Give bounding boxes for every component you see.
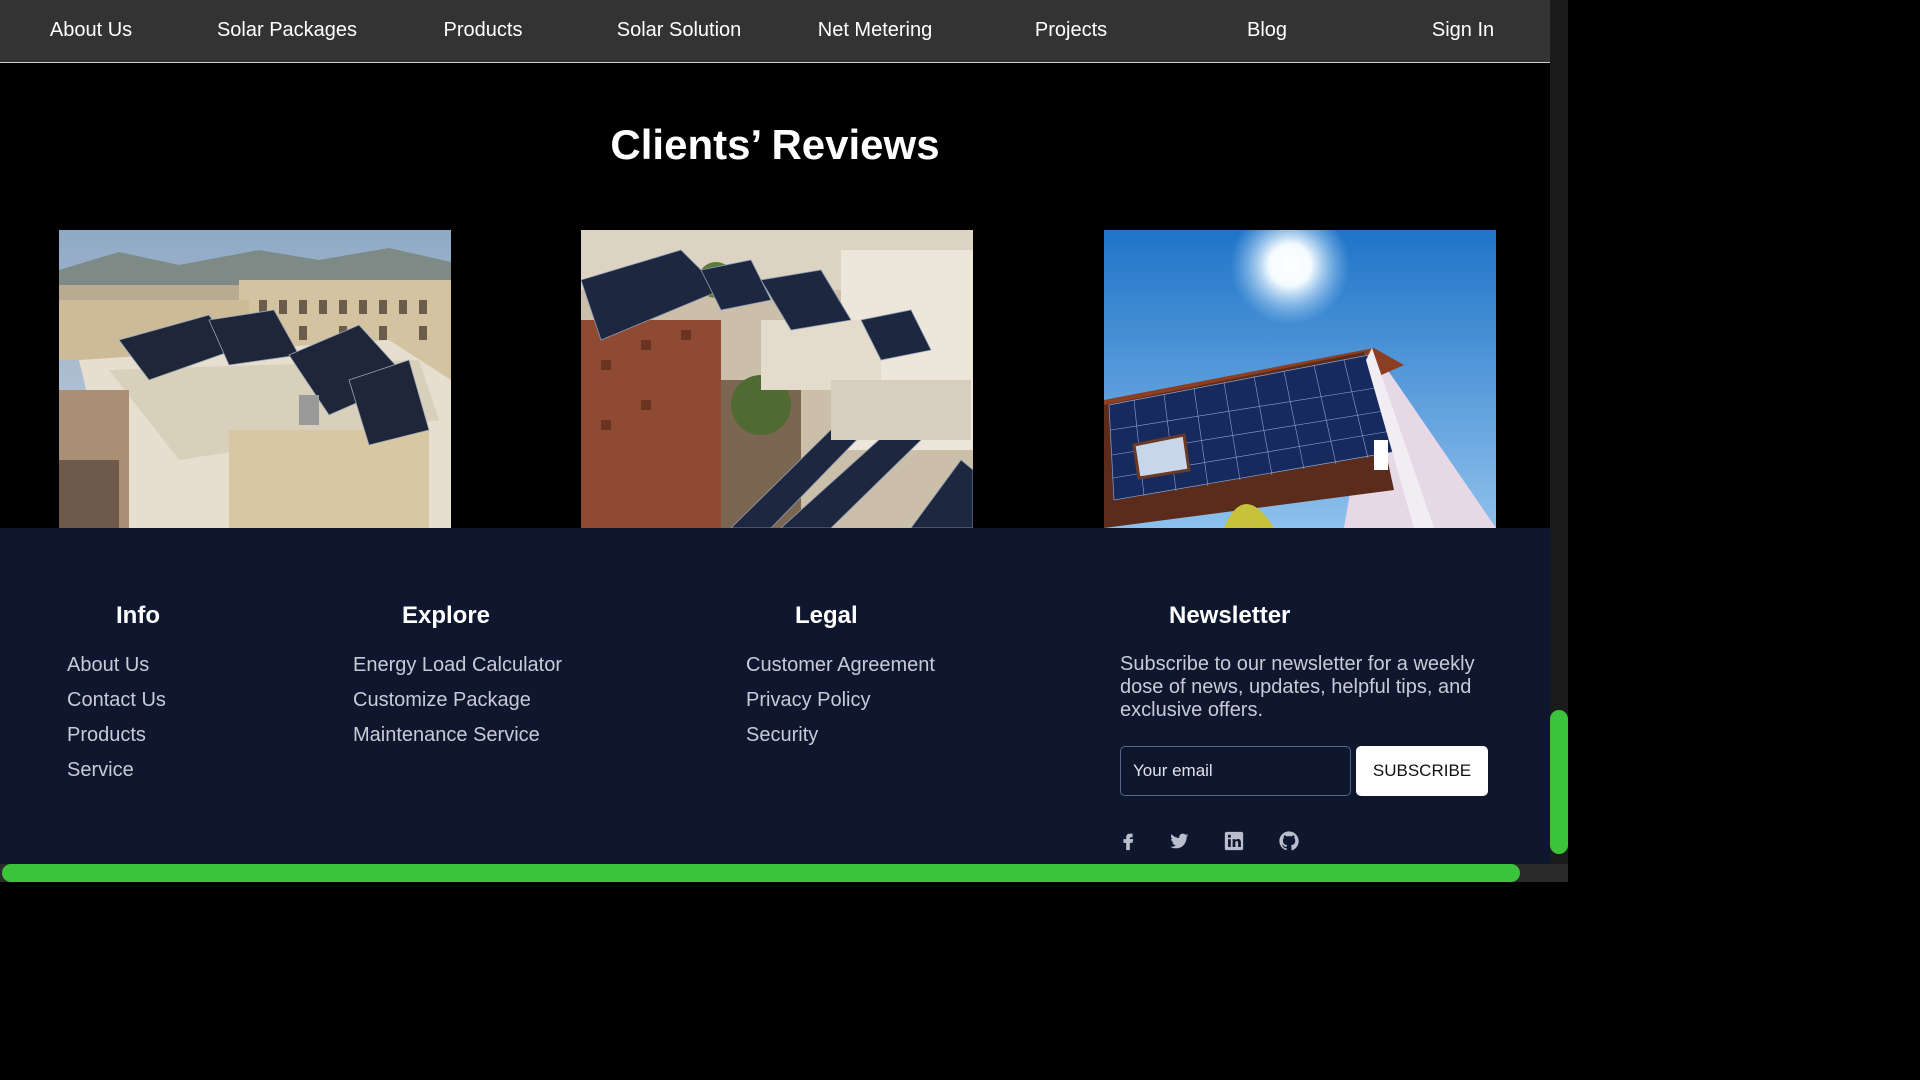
newsletter-heading: Newsletter: [1169, 602, 1291, 629]
footer-link-products[interactable]: Products: [67, 724, 146, 747]
footer-link-maintenance-service[interactable]: Maintenance Service: [353, 724, 540, 747]
nav-projects[interactable]: Projects: [1035, 19, 1107, 42]
footer-link-contact-us[interactable]: Contact Us: [67, 689, 166, 712]
footer-link-customer-agreement[interactable]: Customer Agreement: [746, 654, 935, 677]
newsletter-description: Subscribe to our newsletter for a weekly…: [1120, 653, 1475, 721]
subscribe-button[interactable]: SUBSCRIBE: [1356, 746, 1488, 796]
explore-heading: Explore: [402, 602, 491, 629]
twitter-icon[interactable]: [1168, 830, 1190, 852]
solar-roof-house-photo: [1104, 230, 1496, 528]
section-title: Clients’ Reviews: [610, 121, 940, 168]
clients-reviews-section: Clients’ Reviews: [0, 63, 1550, 528]
scrollbar-corner: [1550, 864, 1568, 882]
horizontal-scrollbar-thumb[interactable]: [2, 864, 1520, 882]
footer-link-customize-package[interactable]: Customize Package: [353, 689, 531, 712]
nav-net-metering[interactable]: Net Metering: [818, 19, 933, 42]
legal-heading: Legal: [795, 602, 858, 629]
footer-link-privacy-policy[interactable]: Privacy Policy: [746, 689, 870, 712]
footer-link-security[interactable]: Security: [746, 724, 818, 747]
info-heading: Info: [116, 602, 160, 629]
nav-products[interactable]: Products: [444, 19, 523, 42]
solar-rooftops-city-photo: [581, 230, 973, 528]
top-navigation: About Us Solar Packages Products Solar S…: [0, 0, 1550, 63]
linkedin-icon[interactable]: [1223, 830, 1245, 852]
footer-link-service[interactable]: Service: [67, 759, 134, 782]
nav-solar-solution[interactable]: Solar Solution: [617, 19, 742, 42]
nav-sign-in[interactable]: Sign In: [1432, 19, 1494, 42]
nav-blog[interactable]: Blog: [1247, 19, 1287, 42]
facebook-icon[interactable]: [1117, 830, 1139, 852]
github-icon[interactable]: [1278, 830, 1300, 852]
footer-link-energy-load-calculator[interactable]: Energy Load Calculator: [353, 654, 562, 677]
site-footer: Info About Us Contact Us Products Servic…: [0, 528, 1550, 864]
review-image-2: [581, 230, 973, 528]
solar-rooftop-apartment-photo: [59, 230, 451, 528]
review-image-1: [59, 230, 451, 528]
email-input[interactable]: [1120, 746, 1351, 796]
nav-about-us[interactable]: About Us: [50, 19, 132, 42]
nav-solar-packages[interactable]: Solar Packages: [217, 19, 357, 42]
footer-link-about-us[interactable]: About Us: [67, 654, 149, 677]
vertical-scrollbar-thumb[interactable]: [1550, 710, 1568, 854]
review-image-3: [1104, 230, 1496, 528]
